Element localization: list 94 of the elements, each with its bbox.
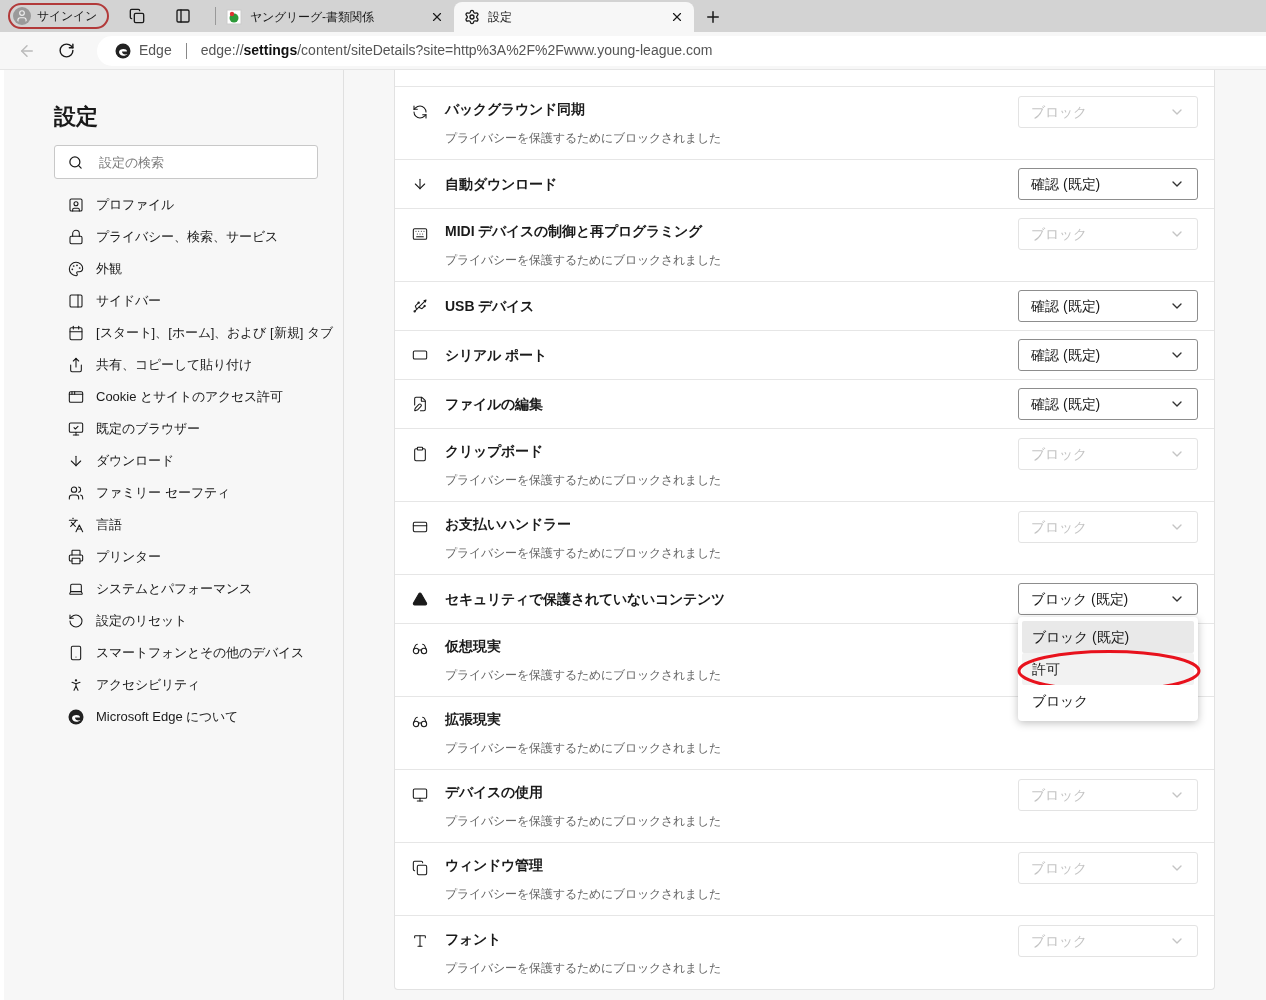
permission-title: シリアル ポート bbox=[445, 345, 548, 365]
people-icon bbox=[68, 485, 84, 501]
close-icon[interactable] bbox=[670, 10, 684, 24]
permission-title: MIDI デバイスの制御と再プログラミング bbox=[445, 222, 704, 241]
dropdown-option[interactable]: 許可 bbox=[1022, 653, 1194, 685]
permission-title: 自動ダウンロード bbox=[445, 174, 558, 194]
reset-icon bbox=[68, 613, 84, 629]
sidebar-item[interactable]: サイドバー bbox=[54, 285, 343, 317]
settings-icon bbox=[464, 9, 480, 25]
permission-dropdown[interactable]: 確認 (既定) bbox=[1018, 168, 1198, 200]
sync-icon bbox=[412, 104, 428, 120]
collections-icon[interactable] bbox=[129, 8, 145, 24]
permission-title: バックグラウンド同期 bbox=[445, 100, 586, 119]
settings-title: 設定 bbox=[54, 103, 99, 131]
sidebar-item[interactable]: Microsoft Edge について bbox=[54, 701, 343, 733]
permission-title: 拡張現実 bbox=[445, 710, 502, 729]
permission-title: フォント bbox=[445, 929, 502, 949]
permission-dropdown[interactable]: ブロック (既定) bbox=[1018, 583, 1198, 615]
sidebar-item[interactable]: システムとパフォーマンス bbox=[54, 573, 343, 605]
profile-button[interactable]: サインイン bbox=[8, 3, 109, 29]
browser-tab[interactable]: ヤングリーグ-書類関係 bbox=[216, 2, 454, 32]
accessibility-icon bbox=[68, 677, 84, 693]
calendar-icon bbox=[68, 325, 84, 341]
permission-title: クリップボード bbox=[445, 442, 544, 461]
sidebar-item[interactable]: 設定のリセット bbox=[54, 605, 343, 637]
sidebar-item[interactable]: ファミリー セーフティ bbox=[54, 477, 343, 509]
permission-title: デバイスの使用 bbox=[445, 783, 544, 802]
search-icon bbox=[68, 155, 83, 170]
laptop-icon bbox=[68, 581, 84, 597]
sidebar-item[interactable]: Cookie とサイトのアクセス許可 bbox=[54, 381, 343, 413]
monitor-icon bbox=[412, 787, 428, 803]
download-icon bbox=[68, 453, 84, 469]
usb-icon bbox=[412, 298, 428, 314]
sidebar-item[interactable]: 共有、コピーして貼り付け bbox=[54, 349, 343, 381]
permission-title: お支払いハンドラー bbox=[445, 515, 572, 534]
site-favicon-icon bbox=[226, 9, 242, 25]
sidebar-item[interactable]: 言語 bbox=[54, 509, 343, 541]
sidebar-item[interactable]: プリンター bbox=[54, 541, 343, 573]
permission-description: プライバシーを保護するためにブロックされました bbox=[445, 667, 722, 684]
windows-icon bbox=[412, 860, 428, 876]
dropdown-option[interactable]: ブロック (既定) bbox=[1022, 621, 1194, 653]
edge-logo-icon bbox=[115, 42, 131, 59]
avatar-icon bbox=[13, 7, 31, 25]
sidebar-item[interactable]: プライバシー、検索、サービス bbox=[54, 221, 343, 253]
font-icon bbox=[412, 933, 428, 949]
permission-dropdown[interactable]: 確認 (既定) bbox=[1018, 388, 1198, 420]
phone-icon bbox=[68, 645, 84, 661]
permission-description: プライバシーを保護するためにブロックされました bbox=[445, 959, 722, 977]
tab-actions-icon[interactable] bbox=[175, 8, 191, 24]
new-tab-icon[interactable] bbox=[704, 8, 722, 26]
lock-icon bbox=[68, 229, 84, 245]
palette-icon bbox=[68, 261, 84, 277]
permission-description: プライバシーを保護するためにブロックされました bbox=[445, 545, 722, 562]
sidebar-item[interactable]: アクセシビリティ bbox=[54, 669, 343, 701]
sidebar-item[interactable]: プロファイル bbox=[54, 189, 343, 221]
printer-icon bbox=[68, 549, 84, 565]
permission-title: 仮想現実 bbox=[445, 637, 502, 656]
permission-description: プライバシーを保護するためにブロックされました bbox=[445, 740, 722, 757]
clipboard-icon bbox=[412, 446, 428, 462]
permission-title: USB デバイス bbox=[445, 296, 536, 316]
permission-dropdown[interactable]: 確認 (既定) bbox=[1018, 290, 1198, 322]
glasses-icon bbox=[412, 714, 428, 730]
browser-tab[interactable]: 設定 bbox=[454, 2, 694, 32]
permission-description: プライバシーを保護するためにブロックされました bbox=[445, 252, 722, 269]
edge-logo-icon bbox=[68, 709, 84, 725]
sidebar-item[interactable]: [スタート]、[ホーム]、および [新規] タブ bbox=[54, 317, 343, 349]
permission-title: ファイルの編集 bbox=[445, 394, 544, 414]
close-icon[interactable] bbox=[430, 10, 444, 24]
download-icon bbox=[412, 176, 428, 192]
keyboard-icon bbox=[412, 226, 428, 242]
permission-title: セキュリティで保護されていないコンテンツ bbox=[445, 589, 726, 609]
refresh-icon[interactable] bbox=[58, 42, 75, 59]
permission-description: プライバシーを保護するためにブロックされました bbox=[445, 130, 722, 147]
permission-description: プライバシーを保護するためにブロックされました bbox=[445, 472, 722, 489]
sidebar-item[interactable]: ダウンロード bbox=[54, 445, 343, 477]
search-field[interactable]: 設定の検索 bbox=[54, 145, 318, 179]
language-icon bbox=[68, 517, 84, 533]
sidebar-item[interactable]: 外観 bbox=[54, 253, 343, 285]
permission-description: プライバシーを保護するためにブロックされました bbox=[445, 886, 722, 903]
address-field[interactable]: Edge edge://settings/content/siteDetails?site=http%3A%2F%2Fwww.young-league.com bbox=[97, 35, 1266, 66]
permission-description: プライバシーを保護するためにブロックされました bbox=[445, 813, 722, 830]
permission-dropdown[interactable]: 確認 (既定) bbox=[1018, 339, 1198, 371]
sidebar-item[interactable]: 既定のブラウザー bbox=[54, 413, 343, 445]
sidebar-icon bbox=[68, 293, 84, 309]
sidebar-item[interactable]: スマートフォンとその他のデバイス bbox=[54, 637, 343, 669]
file-edit-icon bbox=[412, 396, 428, 412]
card-icon bbox=[412, 519, 428, 535]
monitor-check-icon bbox=[68, 421, 84, 437]
url-text: edge://settings/content/siteDetails?site=http%3A%2F%2Fwww.young-league.com bbox=[200, 41, 713, 60]
warning-icon bbox=[412, 591, 428, 607]
share-icon bbox=[68, 357, 84, 373]
port-icon bbox=[412, 347, 428, 363]
permission-title: ウィンドウ管理 bbox=[445, 856, 544, 875]
profile-icon bbox=[68, 197, 84, 213]
